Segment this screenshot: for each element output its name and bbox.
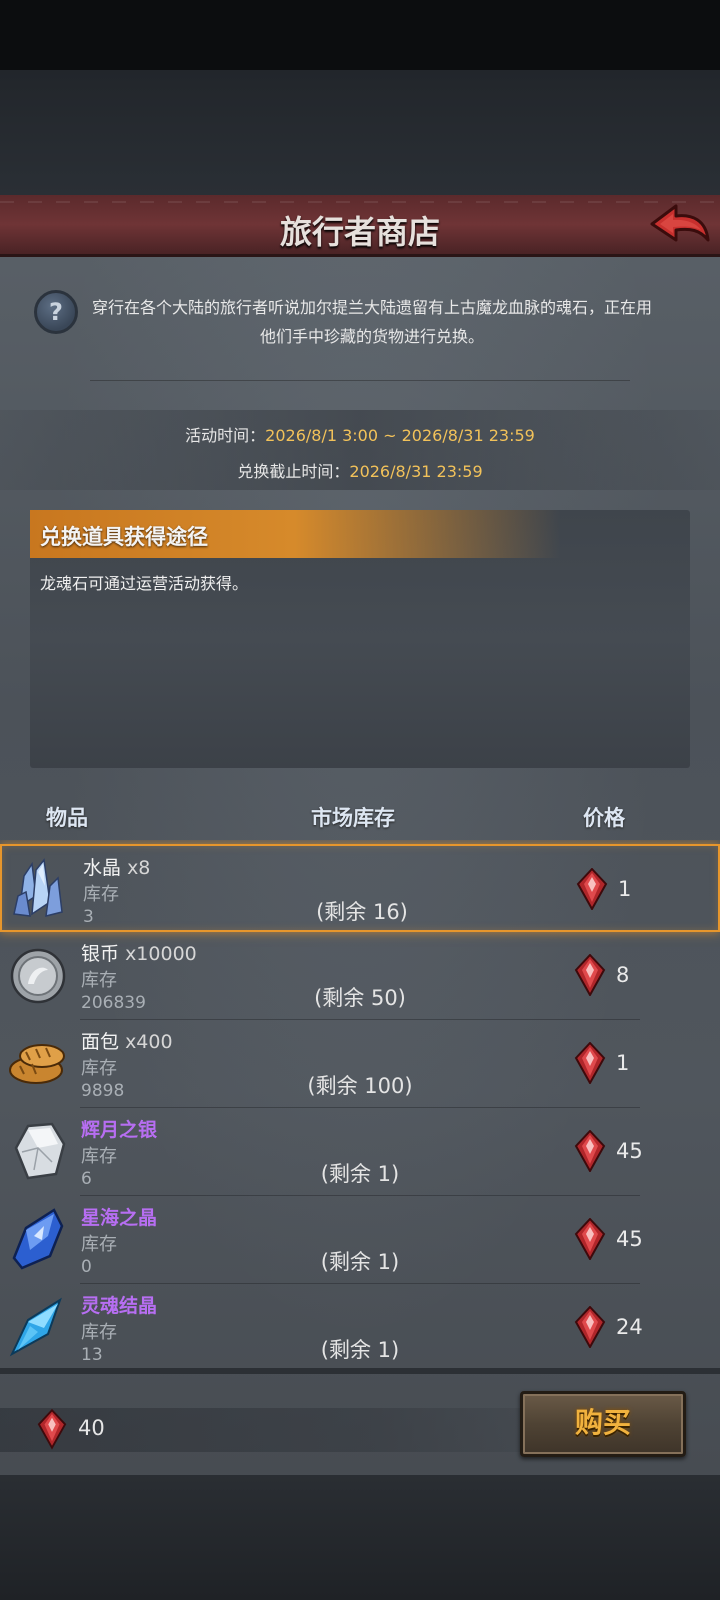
title-banner: 旅行者商店 <box>0 195 720 257</box>
list-item[interactable]: 灵魂结晶 库存 13 (剩余 1) 24 <box>0 1284 720 1370</box>
item-name: 水晶 x8 <box>83 857 151 879</box>
market-remaining: (剩余 50) <box>314 986 406 1010</box>
back-arrow-icon <box>650 204 710 242</box>
market-remaining: (剩余 100) <box>307 1074 413 1098</box>
item-price: 8 <box>616 963 630 987</box>
buy-button[interactable]: 购买 <box>520 1391 686 1457</box>
item-price: 24 <box>616 1315 643 1339</box>
deadline-time-value: 2026/8/31 23:59 <box>349 462 483 481</box>
item-name: 灵魂结晶 <box>81 1295 158 1317</box>
column-price: 价格 <box>583 806 625 830</box>
dragon-soul-stone-icon <box>574 1306 606 1348</box>
back-button[interactable] <box>646 198 712 254</box>
dragon-soul-stone-icon <box>37 1408 67 1450</box>
item-name: 银币 x10000 <box>81 943 197 965</box>
deadline-time-label: 兑换截止时间： <box>237 462 350 481</box>
market-remaining: (剩余 1) <box>320 1338 400 1362</box>
divider <box>90 380 630 381</box>
market-remaining: (剩余 16) <box>316 900 408 924</box>
item-price: 1 <box>618 877 632 901</box>
item-price: 1 <box>616 1051 630 1075</box>
item-list[interactable]: 水晶 x8 库存 3 (剩余 16) 1 银币 x10000 库存 206839… <box>0 840 720 1370</box>
item-name: 星海之晶 <box>81 1207 158 1229</box>
dragon-soul-stone-icon <box>574 1130 606 1172</box>
exchange-info-text: 龙魂石可通过运营活动获得。 <box>40 574 249 593</box>
activity-time: 活动时间：2026/8/1 3:00 ~ 2026/8/31 23:59 <box>0 422 720 446</box>
dragon-soul-stone-icon <box>574 1042 606 1084</box>
item-price: 45 <box>616 1227 643 1251</box>
list-item[interactable]: 水晶 x8 库存 3 (剩余 16) 1 <box>0 844 720 932</box>
list-item[interactable]: 银币 x10000 库存 206839 (剩余 50) 8 <box>0 932 720 1020</box>
item-name: 辉月之银 <box>81 1119 158 1141</box>
activity-time-value: 2026/8/1 3:00 ~ 2026/8/31 23:59 <box>265 426 535 445</box>
list-item[interactable]: 面包 x400 库存 9898 (剩余 100) 1 <box>0 1020 720 1108</box>
list-item[interactable]: 辉月之银 库存 6 (剩余 1) 45 <box>0 1108 720 1196</box>
list-item[interactable]: 星海之晶 库存 0 (剩余 1) 45 <box>0 1196 720 1284</box>
market-remaining: (剩余 1) <box>320 1162 400 1186</box>
page-title: 旅行者商店 <box>279 213 440 251</box>
item-qty: x400 <box>125 1031 173 1053</box>
deadline-time: 兑换截止时间：2026/8/31 23:59 <box>0 458 720 482</box>
exchange-info-title: 兑换道具获得途径 <box>40 525 208 549</box>
item-qty: x10000 <box>125 943 197 965</box>
activity-time-label: 活动时间： <box>185 426 266 445</box>
dragon-soul-stone-icon <box>574 954 606 996</box>
dragon-soul-stone-icon <box>576 868 608 910</box>
column-stock: 市场库存 <box>311 806 395 830</box>
background-bottom <box>0 1475 720 1600</box>
currency-count: 40 <box>78 1416 105 1440</box>
column-item: 物品 <box>46 806 88 830</box>
market-remaining: (剩余 1) <box>320 1250 400 1274</box>
item-name: 面包 x400 <box>81 1031 173 1053</box>
item-price: 45 <box>616 1139 643 1163</box>
status-area <box>0 0 720 70</box>
dragon-soul-stone-icon <box>574 1218 606 1260</box>
item-qty: x8 <box>127 857 151 879</box>
shop-description: 穿行在各个大陆的旅行者听说加尔提兰大陆遗留有上古魔龙血脉的魂石，正在用他们手中珍… <box>92 298 653 346</box>
help-icon[interactable]: ? <box>34 290 78 334</box>
list-bottom-edge <box>0 1368 720 1374</box>
background-blur <box>0 70 720 195</box>
